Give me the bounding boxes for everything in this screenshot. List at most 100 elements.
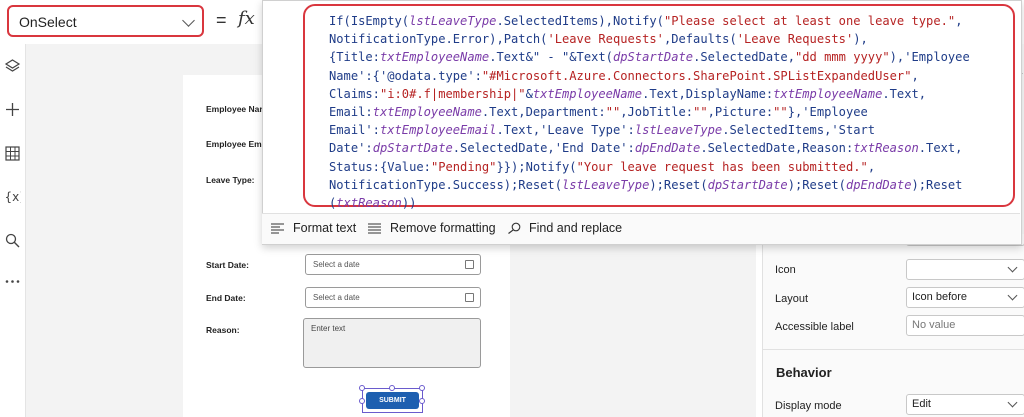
variables-icon[interactable]: {x} [4,188,22,205]
display-mode-label: Display mode [775,400,842,412]
formula-token: 'Leave Requests' [547,32,664,47]
formula-token: lstLeaveType [409,14,497,28]
formula-token: "" [693,105,708,120]
display-mode-value: Edit [912,398,931,410]
formula-token: ,Defaults( [663,32,737,47]
employee-name-label: Employee Nar [206,104,263,114]
end-date-label: End Date: [206,293,246,303]
formula-token: .Text,DisplayName: [642,86,774,101]
more-icon[interactable] [4,273,21,290]
formula-token: ,Picture: [707,105,774,120]
leave-type-label: Leave Type: [206,175,255,185]
reason-textarea[interactable]: Enter text [303,318,481,368]
chevron-down-icon [182,14,195,27]
formula-token: "Your leave request has been submitted." [576,159,868,174]
display-mode-dropdown[interactable]: Edit [906,394,1024,415]
formula-toolbar: Format text Remove formatting Find and r… [262,213,1020,244]
formula-token: )) [401,196,424,211]
start-date-label: Start Date: [206,260,249,270]
search-icon[interactable] [4,232,21,249]
formula-token: "#Microsoft.Azure.Connectors.SharePoint.… [481,68,912,83]
find-replace-button[interactable]: Find and replace [529,221,622,235]
equals-sign: = [216,10,227,30]
formula-token: txtEmployeeName [372,105,482,120]
formula-token: "i:0#.f|membership|" [379,86,526,101]
icon-label: Icon [775,264,796,276]
plus-icon[interactable] [4,101,21,118]
resize-handle[interactable] [359,385,365,391]
formula-code[interactable]: If(IsEmpty(lstLeaveType.SelectedItems),N… [329,12,1009,212]
behavior-heading: Behavior [776,365,832,380]
formula-token: .SelectedDate,Reason: [700,141,854,156]
formula-token: "dd mmm yyyy" [795,50,890,65]
format-text-icon [271,223,284,234]
reason-placeholder: Enter text [311,324,346,333]
formula-token: txtReason [336,196,402,211]
formula-token: txtEmployeeName [379,50,490,65]
property-dropdown[interactable]: OnSelect [7,5,204,37]
format-text-button[interactable]: Format text [293,221,356,235]
formula-token: "" [605,105,621,120]
formula-token: txtReason [853,141,919,156]
layout-dropdown[interactable]: Icon before [906,287,1024,308]
formula-token: .Text,Department: [481,105,606,120]
submit-button[interactable]: SUBMIT [366,392,419,409]
formula-token: txtEmployeeName [532,86,643,101]
formula-token: dpEndDate [634,141,701,156]
left-rail: {x} [0,44,26,417]
formula-code-area[interactable]: If(IsEmpty(lstLeaveType.SelectedItems),N… [303,4,1015,210]
formula-token: dpStartDate [707,177,788,192]
employee-email-label: Employee Ema [206,139,267,149]
formula-token: txtEmployeeName [773,86,883,101]
formula-token: dpStartDate [612,50,694,65]
resize-handle[interactable] [389,385,395,391]
end-date-picker[interactable]: Select a date [305,287,481,308]
resize-handle[interactable] [359,398,365,404]
layout-label: Layout [775,293,809,305]
formula-token: txtEmployeeEmail [379,123,497,138]
svg-text:{x}: {x} [5,190,22,204]
remove-formatting-button[interactable]: Remove formatting [390,221,496,235]
formula-token: lstLeaveType [562,177,650,192]
formula-token: 'Leave Requests' [736,32,854,47]
reason-label: Reason: [206,325,240,335]
formula-token: ,JobTitle: [620,105,694,120]
start-date-picker[interactable]: Select a date [305,254,481,275]
formula-token: "" [773,105,788,120]
calendar-icon[interactable] [465,293,474,302]
fx-icon[interactable]: fx [238,8,255,29]
end-date-placeholder: Select a date [313,293,360,302]
table-icon[interactable] [4,145,21,162]
start-date-placeholder: Select a date [313,260,360,269]
formula-token: "Please select at least one leave type." [663,14,956,28]
resize-handle[interactable] [419,398,425,404]
formula-token: .Text&" - "&Text( [489,50,613,65]
property-dropdown-value: OnSelect [19,14,77,30]
formula-token: & [525,86,533,101]
calendar-icon[interactable] [465,260,474,269]
formula-token: );Reset( [649,177,708,192]
formula-token: "Pending" [430,159,497,174]
formula-token: );Reset( [787,177,846,192]
formula-token: .SelectedDate,'End Date': [452,141,635,156]
accessible-label-label: Accessible label [775,321,854,333]
find-replace-icon [508,222,521,234]
layers-icon[interactable] [4,58,21,75]
chevron-down-icon [1007,290,1018,301]
formula-token: dpStartDate [372,141,453,156]
accessible-label-value: No value [912,319,956,331]
formula-token: dpEndDate [845,177,912,192]
formula-token: .SelectedItems),Notify( [496,14,664,28]
remove-formatting-icon [368,223,381,234]
formula-token: .SelectedDate, [693,50,795,65]
formula-token: lstLeaveType [634,123,723,138]
icon-dropdown[interactable] [906,259,1024,280]
chevron-down-icon [1007,397,1018,408]
layout-dropdown-value: Icon before [912,291,968,303]
formula-token: .Text,'Leave Type': [496,123,635,138]
chevron-down-icon [1007,262,1018,273]
divider [763,349,1024,350]
resize-handle[interactable] [419,385,425,391]
formula-token: }});Notify( [496,159,577,174]
accessible-label-input[interactable]: No value [906,315,1024,336]
